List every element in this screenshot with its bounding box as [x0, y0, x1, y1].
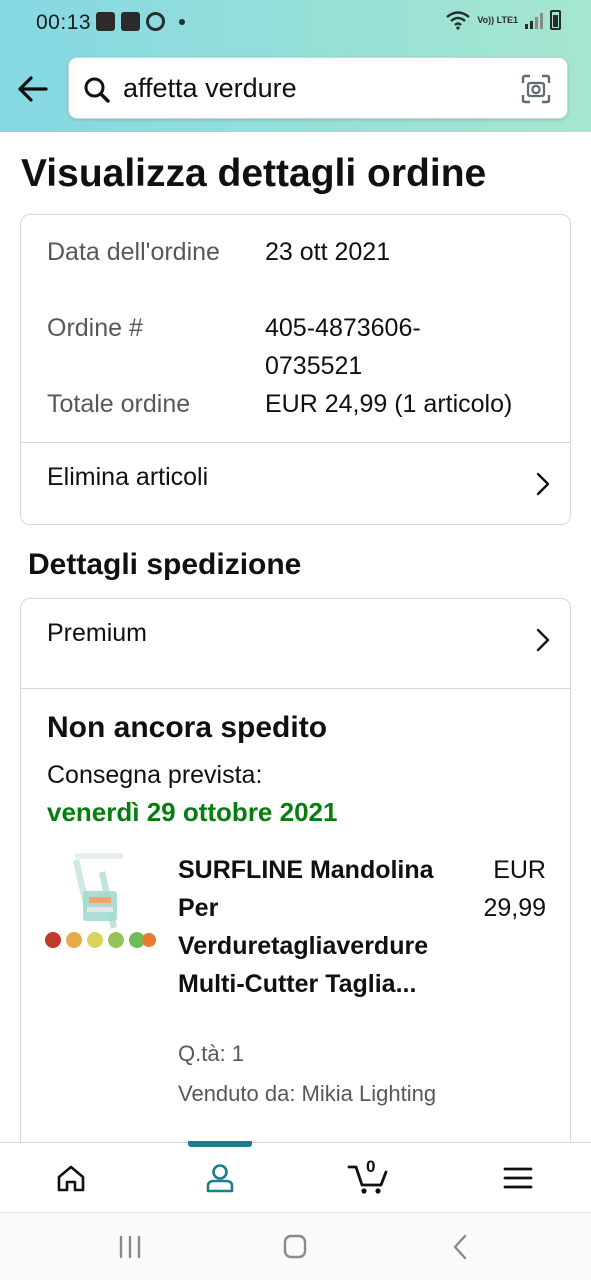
- search-input[interactable]: [123, 68, 503, 108]
- status-time: 00:13: [36, 11, 92, 34]
- delivery-label: Consegna prevista:: [47, 761, 263, 789]
- chevron-right-icon: [536, 628, 550, 652]
- nav-menu[interactable]: [478, 1143, 558, 1213]
- system-navigation: [0, 1212, 591, 1280]
- home-icon[interactable]: [56, 1164, 86, 1192]
- delete-items-row[interactable]: Elimina articoli: [21, 443, 570, 524]
- search-icon[interactable]: [83, 76, 111, 104]
- order-date-value: 23 ott 2021: [265, 238, 391, 266]
- premium-row[interactable]: Premium: [21, 599, 570, 681]
- order-date-label: Data dell'ordine: [47, 238, 220, 266]
- nav-home[interactable]: [31, 1143, 111, 1213]
- product-thumbnail[interactable]: [45, 851, 157, 961]
- gallery-icon: [121, 12, 140, 31]
- order-total-label: Totale ordine: [47, 390, 191, 418]
- wifi-icon: [446, 11, 471, 30]
- menu-icon[interactable]: [503, 1166, 533, 1190]
- order-summary-card: Data dell'ordine 23 ott 2021 Ordine # 40…: [20, 214, 571, 525]
- product-quantity: Q.tà: 1: [178, 1041, 245, 1066]
- search-bar[interactable]: [68, 57, 568, 119]
- product-price: EUR 29,99: [483, 856, 546, 922]
- product-seller: Venduto da: Mikia Lighting: [178, 1081, 437, 1106]
- cart-count-badge: 0: [366, 1157, 376, 1176]
- order-number-value: 405-4873606-0735521: [265, 314, 421, 380]
- back-icon[interactable]: [441, 1229, 481, 1265]
- notification-icons: [96, 12, 185, 31]
- divider: [21, 688, 570, 689]
- chevron-right-icon: [536, 472, 550, 496]
- home-circle-icon[interactable]: [275, 1229, 315, 1265]
- battery-icon: [550, 10, 561, 30]
- back-arrow-icon[interactable]: [16, 72, 50, 106]
- more-notifications-icon: [179, 18, 185, 25]
- delivery-date: venerdì 29 ottobre 2021: [47, 797, 338, 827]
- shipping-card: Premium Non ancora spedito Consegna prev…: [20, 598, 571, 1158]
- order-number-label: Ordine #: [47, 314, 143, 342]
- status-right: Vo)) LTE1: [445, 10, 561, 30]
- nav-cart[interactable]: [328, 1143, 408, 1213]
- shipment-status: Non ancora spedito: [47, 711, 328, 744]
- page-title: Visualizza dettagli ordine: [21, 152, 487, 195]
- network-type-label: Vo)) LTE1: [477, 14, 518, 25]
- notification-app-icon: [96, 12, 115, 31]
- signal-icon: [525, 13, 543, 29]
- nav-account[interactable]: [180, 1143, 260, 1213]
- status-bar: 00:13 Vo)) LTE1: [0, 0, 591, 46]
- header-bar: 00:13 Vo)) LTE1: [0, 0, 591, 132]
- recent-apps-icon[interactable]: [110, 1229, 150, 1265]
- product-title[interactable]: SURFLINE Mandolina Per Verduretagliaverd…: [178, 851, 468, 1003]
- premium-label: Premium: [47, 619, 148, 647]
- account-icon[interactable]: [205, 1163, 235, 1193]
- camera-scan-icon[interactable]: [521, 74, 551, 104]
- order-total-value: EUR 24,99 (1 articolo): [265, 390, 513, 418]
- delete-items-label: Elimina articoli: [47, 463, 209, 491]
- shipping-section-title: Dettagli spedizione: [28, 548, 302, 581]
- sync-icon: [146, 12, 165, 31]
- bottom-navigation: [0, 1141, 591, 1213]
